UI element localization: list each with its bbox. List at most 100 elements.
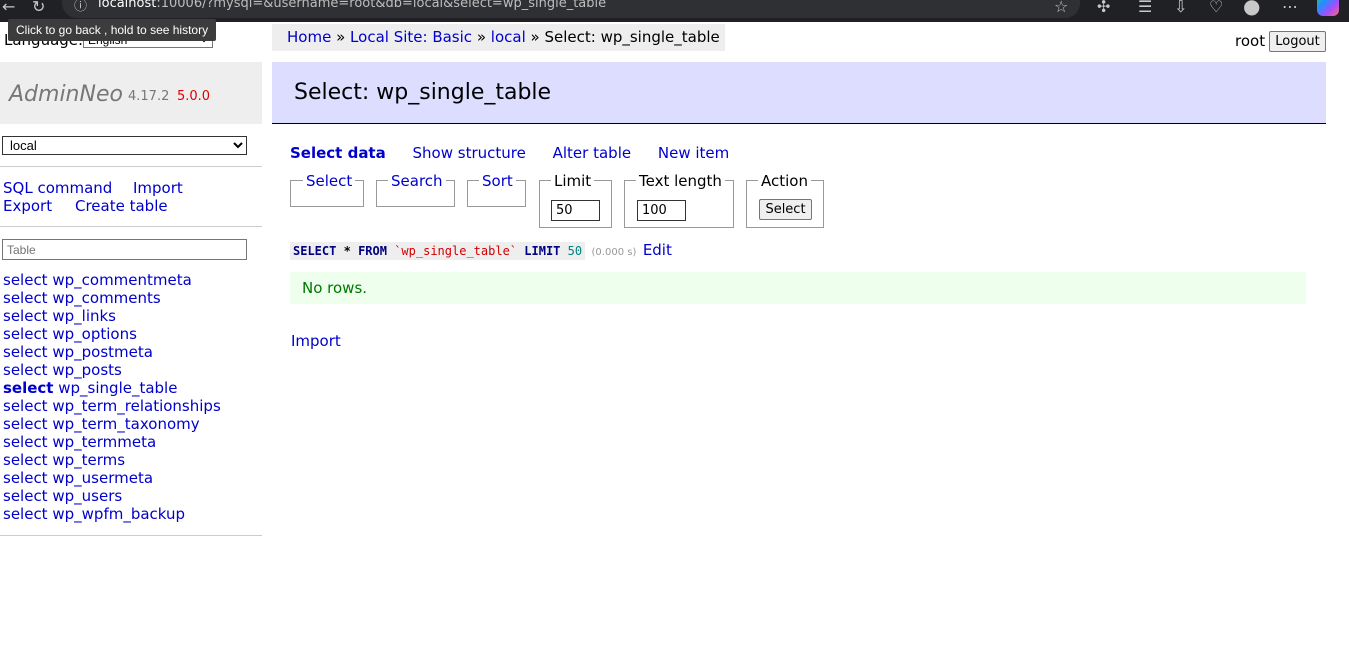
select-table-link[interactable]: select: [3, 307, 48, 325]
logo-name: AdminNeo: [9, 82, 123, 107]
table-list: select wp_commentmeta select wp_comments s…: [3, 271, 221, 523]
sql-table-identifier: `wp_single_table`: [394, 244, 518, 258]
search-fieldset: Search: [376, 172, 455, 207]
select-table-link[interactable]: select: [3, 271, 48, 289]
sql-limit-number: 50: [567, 244, 583, 258]
text-length-label: Text length: [636, 172, 725, 190]
table-name: wp_posts: [52, 361, 122, 379]
create-table-link[interactable]: Create table: [75, 197, 168, 215]
sidebar-table-item[interactable]: select wp_posts: [3, 361, 221, 379]
sidebar-table-item[interactable]: select wp_links: [3, 307, 221, 325]
select-table-link[interactable]: select: [3, 487, 48, 505]
select-table-link[interactable]: select: [3, 379, 53, 397]
sidebar-table-item[interactable]: select wp_postmeta: [3, 343, 221, 361]
breadcrumb-db[interactable]: local: [491, 28, 526, 46]
select-table-link[interactable]: select: [3, 505, 48, 523]
limit-input[interactable]: [551, 200, 600, 221]
breadcrumb-separator: »: [336, 28, 346, 46]
tab-new-item[interactable]: New item: [658, 144, 729, 162]
breadcrumb: Home » Local Site: Basic » local » Selec…: [272, 24, 725, 51]
profile-icon[interactable]: ●: [1243, 0, 1260, 18]
export-link[interactable]: Export: [3, 197, 52, 215]
sql-command-link[interactable]: SQL command: [3, 179, 112, 197]
page-title: Select: wp_single_table: [294, 80, 552, 105]
import-link[interactable]: Import: [291, 332, 341, 350]
table-name: wp_postmeta: [52, 343, 153, 361]
table-actions-tabs: Select data Show structure Alter table N…: [290, 144, 751, 162]
new-version-link[interactable]: 5.0.0: [177, 89, 210, 104]
sidebar-divider: [0, 166, 262, 167]
collections-icon[interactable]: ☰: [1138, 0, 1152, 16]
select-table-link[interactable]: select: [3, 415, 48, 433]
page-header: Select: wp_single_table: [272, 62, 1326, 124]
favorite-icon[interactable]: ☆: [1054, 0, 1068, 16]
info-icon[interactable]: ⓘ: [74, 0, 87, 14]
health-icon[interactable]: ♡: [1209, 0, 1223, 16]
back-button-tooltip: Click to go back , hold to see history: [8, 19, 216, 41]
table-name: wp_usermeta: [52, 469, 154, 487]
tab-select-data[interactable]: Select data: [290, 144, 386, 162]
sidebar-table-item[interactable]: select wp_comments: [3, 289, 221, 307]
sql-keyword: FROM: [358, 244, 387, 258]
text-length-input[interactable]: [637, 200, 686, 221]
logo[interactable]: AdminNeo 4.17.2 5.0.0: [0, 62, 262, 124]
sidebar-table-item[interactable]: select wp_term_relationships: [3, 397, 221, 415]
table-name: wp_comments: [52, 289, 161, 307]
edit-query-link[interactable]: Edit: [643, 241, 672, 259]
table-name: wp_terms: [52, 451, 126, 469]
breadcrumb-home[interactable]: Home: [287, 28, 331, 46]
back-icon[interactable]: ←: [2, 0, 15, 16]
sort-toggle[interactable]: Sort: [479, 172, 516, 190]
sidebar-table-item[interactable]: select wp_wpfm_backup: [3, 505, 221, 523]
sidebar-table-item[interactable]: select wp_usermeta: [3, 469, 221, 487]
sidebar-table-item[interactable]: select wp_users: [3, 487, 221, 505]
breadcrumb-separator: »: [476, 28, 486, 46]
sidebar-table-item[interactable]: select wp_options: [3, 325, 221, 343]
table-name: wp_single_table: [58, 379, 178, 397]
sidebar-table-item[interactable]: select wp_single_table: [3, 379, 221, 397]
import-link-sidebar[interactable]: Import: [133, 179, 183, 197]
table-name: wp_term_taxonomy: [52, 415, 200, 433]
downloads-icon[interactable]: ⇩: [1174, 0, 1187, 16]
reload-icon[interactable]: ↻: [32, 0, 45, 16]
action-label: Action: [758, 172, 811, 190]
breadcrumb-site[interactable]: Local Site: Basic: [350, 28, 472, 46]
select-table-link[interactable]: select: [3, 451, 48, 469]
select-table-link[interactable]: select: [3, 325, 48, 343]
logout-button[interactable]: Logout: [1269, 31, 1326, 52]
sql-query-code: SELECT * FROM `wp_single_table` LIMIT 50: [290, 242, 586, 260]
search-toggle[interactable]: Search: [388, 172, 446, 190]
copilot-icon[interactable]: [1317, 0, 1339, 16]
version-number: 4.17.2: [128, 89, 170, 104]
select-table-link[interactable]: select: [3, 361, 48, 379]
sql-keyword: LIMIT: [524, 244, 561, 258]
select-table-link[interactable]: select: [3, 289, 48, 307]
select-table-link[interactable]: select: [3, 343, 48, 361]
select-table-link[interactable]: select: [3, 433, 48, 451]
url-host: localhost: [98, 0, 157, 11]
select-table-link[interactable]: select: [3, 469, 48, 487]
sidebar-table-item[interactable]: select wp_term_taxonomy: [3, 415, 221, 433]
select-fieldset: Select: [290, 172, 364, 207]
select-columns-toggle[interactable]: Select: [303, 172, 356, 190]
table-name: wp_users: [52, 487, 123, 505]
tab-alter-table[interactable]: Alter table: [553, 144, 631, 162]
sql-keyword: SELECT: [293, 244, 337, 258]
sidebar-table-item[interactable]: select wp_terms: [3, 451, 221, 469]
database-select[interactable]: local: [2, 136, 247, 155]
breadcrumb-current: Select: wp_single_table: [544, 28, 720, 46]
tab-show-structure[interactable]: Show structure: [413, 144, 526, 162]
url-text[interactable]: localhost:10006/?mysql=&username=root&db…: [98, 0, 606, 11]
sidebar-divider: [0, 226, 262, 227]
action-fieldset: Action Select: [746, 172, 824, 228]
table-name: wp_wpfm_backup: [52, 505, 186, 523]
sidebar-table-item[interactable]: select wp_commentmeta: [3, 271, 221, 289]
sql-star: *: [343, 244, 351, 258]
more-icon[interactable]: ⋯: [1282, 0, 1298, 16]
sidebar-table-item[interactable]: select wp_termmeta: [3, 433, 221, 451]
table-filter-input[interactable]: [2, 239, 247, 260]
extensions-icon[interactable]: ✣: [1097, 0, 1110, 16]
select-table-link[interactable]: select: [3, 397, 48, 415]
select-submit-button[interactable]: Select: [759, 199, 812, 220]
table-name: wp_links: [52, 307, 116, 325]
